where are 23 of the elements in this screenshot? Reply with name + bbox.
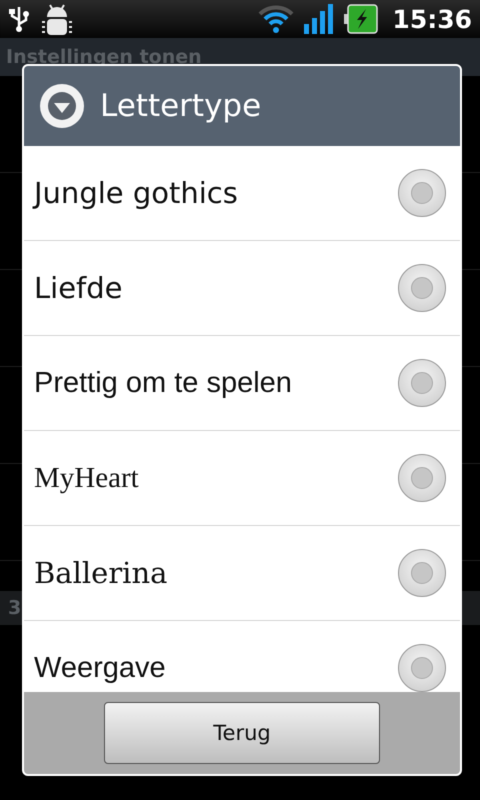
- wifi-icon: [258, 4, 294, 34]
- font-option-label[interactable]: MyHeart: [34, 461, 139, 495]
- radio-button[interactable]: [398, 644, 446, 692]
- screen-title: Instellingen tonen: [6, 46, 202, 68]
- font-option-label[interactable]: Liefde: [34, 271, 123, 305]
- radio-button[interactable]: [398, 169, 446, 217]
- font-option-label[interactable]: Weergave: [34, 651, 166, 685]
- font-option-label[interactable]: Ballerina: [34, 556, 168, 590]
- signal-icon: [304, 4, 334, 34]
- radio-button[interactable]: [398, 549, 446, 597]
- back-button[interactable]: Terug: [104, 702, 380, 764]
- radio-button[interactable]: [398, 454, 446, 502]
- font-option-label[interactable]: Prettig om te spelen: [34, 366, 292, 400]
- section-header: 3: [8, 597, 22, 619]
- bug-icon: [40, 3, 74, 35]
- font-option-label[interactable]: Jungle gothics: [34, 176, 238, 210]
- clock-time: 15:36: [392, 4, 472, 34]
- radio-button[interactable]: [398, 264, 446, 312]
- radio-button[interactable]: [398, 359, 446, 407]
- battery-charging-icon: [344, 4, 378, 34]
- dropdown-circle-icon: [38, 82, 86, 130]
- usb-icon: [8, 6, 30, 32]
- dialog-title: Lettertype: [100, 88, 262, 124]
